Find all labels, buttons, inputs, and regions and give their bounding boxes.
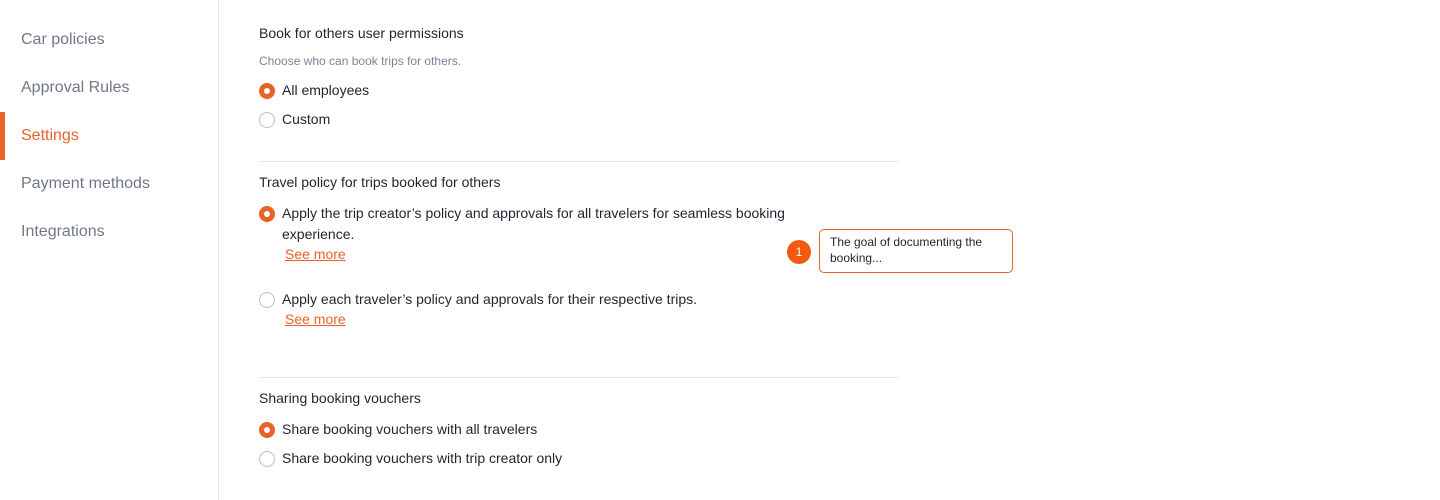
radio-each-traveler-policy[interactable]: Apply each traveler’s policy and approva… [259,291,697,310]
sidebar-item-label: Settings [21,127,79,144]
radio-button[interactable] [259,292,275,308]
radio-button-checked[interactable] [259,83,275,99]
sidebar-item-car-policies[interactable]: Car policies [0,16,218,64]
radio-share-trip-creator[interactable]: Share booking vouchers with trip creator… [259,450,562,469]
sidebar-item-label: Approval Rules [21,79,130,96]
settings-sidebar: Car policies Approval Rules Settings Pay… [0,0,219,500]
section-title-sharing-vouchers: Sharing booking vouchers [259,390,421,406]
sidebar-item-label: Integrations [21,223,105,240]
annotation-marker[interactable]: 1 [787,240,811,264]
radio-label-line: Apply the trip creator’s policy and appr… [282,205,785,221]
sidebar-item-settings[interactable]: Settings [0,112,218,160]
sidebar-item-integrations[interactable]: Integrations [0,208,218,256]
radio-all-employees[interactable]: All employees [259,82,369,101]
radio-label: Share booking vouchers with all traveler… [282,421,538,437]
radio-label: All employees [282,82,370,98]
radio-label: Apply the trip creator’s policy and appr… [282,203,785,245]
sidebar-item-label: Car policies [21,31,105,48]
section-subtitle-book-for-others: Choose who can book trips for others. [259,54,462,68]
annotation-note-line: booking... [830,251,883,265]
annotation-note[interactable]: The goal of documenting the booking... [819,229,1013,273]
sidebar-item-label: Payment methods [21,175,150,192]
radio-button[interactable] [259,112,275,128]
radio-share-all-travelers[interactable]: Share booking vouchers with all traveler… [259,421,537,440]
sidebar-item-payment-methods[interactable]: Payment methods [0,160,218,208]
radio-button-checked[interactable] [259,422,275,438]
radio-label: Apply each traveler’s policy and approva… [282,291,698,307]
annotation-note-line: The goal of documenting the [830,235,983,249]
radio-button[interactable] [259,451,275,467]
radio-trip-creator-policy[interactable]: Apply the trip creator’s policy and appr… [259,205,785,245]
radio-label: Share booking vouchers with trip creator… [282,450,563,466]
sidebar-item-approval-rules[interactable]: Approval Rules [0,64,218,112]
radio-button-checked[interactable] [259,206,275,222]
radio-label: Custom [282,111,331,127]
section-title-travel-policy: Travel policy for trips booked for other… [259,174,501,190]
section-divider [259,377,899,378]
section-title-book-for-others: Book for others user permissions [259,25,464,41]
section-divider [259,161,899,162]
radio-label-line: experience. [282,226,355,242]
see-more-link-each-traveler[interactable]: See more [285,311,346,327]
radio-custom[interactable]: Custom [259,111,330,130]
see-more-link-trip-creator[interactable]: See more [285,246,346,262]
